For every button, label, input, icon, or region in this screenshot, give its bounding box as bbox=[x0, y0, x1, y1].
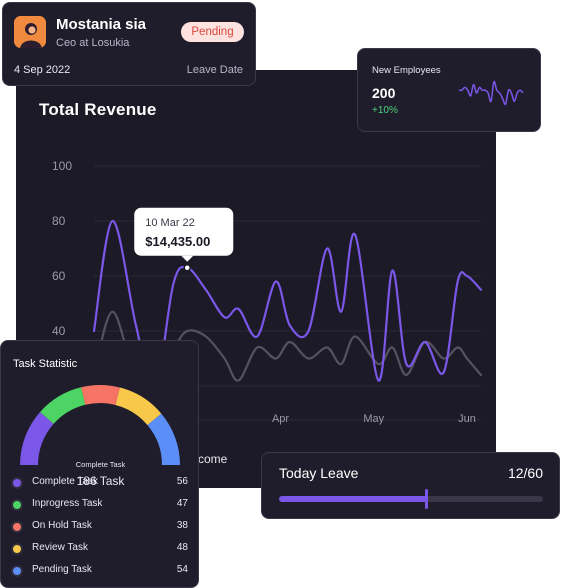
task-legend-row: Complete Task 56 bbox=[13, 476, 188, 490]
task-legend-label: Pending Task bbox=[32, 564, 92, 575]
leave-request-card[interactable]: Mostania sia Ceo at Losukia Pending 4 Se… bbox=[2, 2, 256, 86]
task-statistic-card: Task Statistic Complete Task 186 Task Co… bbox=[0, 340, 199, 588]
task-statistic-title: Task Statistic bbox=[13, 358, 78, 370]
task-legend-label: Inprogress Task bbox=[32, 498, 103, 509]
sparkline-path bbox=[458, 80, 524, 106]
status-badge: Pending bbox=[181, 22, 244, 42]
today-leave-progress-track bbox=[279, 489, 543, 509]
y-tick-label: 80 bbox=[52, 214, 66, 228]
task-legend-label: Complete Task bbox=[32, 476, 98, 487]
new-employees-title: New Employees bbox=[372, 65, 441, 76]
today-leave-progress-fill bbox=[279, 496, 427, 502]
today-leave-title: Today Leave bbox=[279, 465, 359, 481]
today-leave-count: 12/60 bbox=[507, 465, 543, 481]
tooltip-pointer bbox=[181, 255, 194, 262]
legend-dot-icon bbox=[13, 523, 21, 531]
x-tick-label: Apr bbox=[272, 413, 289, 425]
task-legend-count: 48 bbox=[176, 542, 188, 553]
y-tick-label: 60 bbox=[52, 269, 66, 283]
today-leave-progress-handle[interactable] bbox=[425, 489, 429, 509]
leave-date-value: 4 Sep 2022 bbox=[14, 64, 71, 76]
task-legend-count: 54 bbox=[176, 564, 188, 575]
task-legend-row: Review Task 48 bbox=[13, 542, 188, 556]
y-tick-label: 40 bbox=[52, 324, 66, 338]
person-avatar-icon bbox=[14, 16, 46, 48]
task-legend-label: On Hold Task bbox=[32, 520, 92, 531]
avatar bbox=[14, 16, 46, 48]
task-legend-row: On Hold Task 38 bbox=[13, 520, 188, 534]
x-tick-label: May bbox=[363, 413, 384, 425]
new-employees-card[interactable]: New Employees 200 +10% bbox=[357, 48, 541, 132]
task-legend-count: 47 bbox=[176, 498, 188, 509]
new-employees-sparkline bbox=[458, 80, 524, 106]
leave-date-label: Leave Date bbox=[186, 64, 243, 76]
legend-dot-icon bbox=[13, 567, 21, 575]
today-leave-card: Today Leave 12/60 bbox=[261, 452, 560, 519]
legend-dot-icon bbox=[13, 545, 21, 553]
task-legend-count: 56 bbox=[176, 476, 188, 487]
task-legend-row: Pending Task 54 bbox=[13, 564, 188, 578]
revenue-tooltip: 10 Mar 22 $14,435.00 bbox=[134, 207, 234, 262]
legend-dot-icon bbox=[13, 479, 21, 487]
new-employees-value: 200 bbox=[372, 85, 396, 101]
tooltip-date: 10 Mar 22 bbox=[145, 217, 195, 229]
employee-name: Mostania sia bbox=[56, 16, 147, 33]
task-legend-label: Review Task bbox=[32, 542, 88, 553]
tooltip-value: $14,435.00 bbox=[145, 234, 210, 249]
gauge-center-label: Complete Task bbox=[75, 460, 126, 469]
y-tick-label: 100 bbox=[52, 159, 72, 173]
task-legend-row: Inprogress Task 47 bbox=[13, 498, 188, 512]
employee-role: Ceo at Losukia bbox=[56, 37, 130, 49]
x-tick-label: Jun bbox=[458, 413, 476, 425]
tooltip-point[interactable] bbox=[183, 264, 192, 272]
legend-income-label: come bbox=[198, 452, 228, 466]
new-employees-change: +10% bbox=[372, 105, 398, 116]
legend-dot-icon bbox=[13, 501, 21, 509]
task-legend-count: 38 bbox=[176, 520, 188, 531]
